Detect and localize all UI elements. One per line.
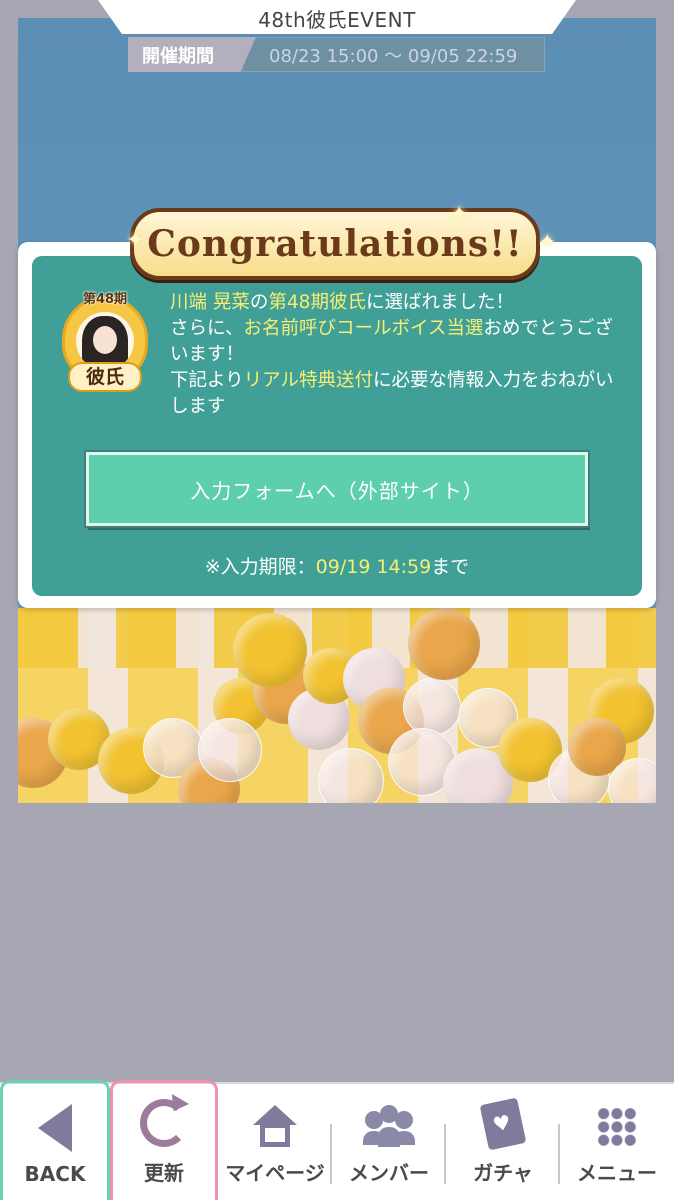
nav-menu-label: メニュー xyxy=(577,1161,657,1185)
event-title-tab: 48th彼氏EVENT xyxy=(98,0,576,34)
sparkle-icon: ✦ xyxy=(126,228,145,253)
voice-highlight: お名前呼びコールボイス当選 xyxy=(243,318,484,339)
term-highlight: 第48期彼氏 xyxy=(268,292,366,313)
message-text: に選ばれました！ xyxy=(365,292,514,313)
nav-back-label: BACK xyxy=(24,1162,86,1186)
period-label: 開催期間 xyxy=(128,37,256,72)
ballpit-image xyxy=(18,608,656,803)
ball xyxy=(408,608,480,680)
ball xyxy=(403,678,461,736)
member-name: 川端 晃菜 xyxy=(170,292,250,313)
sparkle-icon: ✦ xyxy=(450,202,469,227)
nav-refresh[interactable]: 更新 xyxy=(110,1080,218,1200)
badge-label: 彼氏 xyxy=(68,362,142,392)
avatar-face xyxy=(93,326,117,354)
nav-gacha[interactable]: ガチャ xyxy=(446,1084,560,1200)
dialog-panel: 第48期 彼氏 川端 晃菜の第48期彼氏に選ばれました！ さらに、お名前呼びコー… xyxy=(32,256,642,596)
message-text: さらに、 xyxy=(170,318,244,339)
nav-members[interactable]: メンバー xyxy=(332,1084,446,1200)
deadline-suffix: まで xyxy=(431,556,470,578)
input-form-button[interactable]: 入力フォームへ（外部サイト） xyxy=(84,450,590,528)
period-value: 08/23 15:00 〜 09/05 22:59 xyxy=(242,37,545,72)
event-period: 開催期間 08/23 15:00 〜 09/05 22:59 xyxy=(128,37,545,72)
nav-members-label: メンバー xyxy=(349,1161,429,1185)
deadline-prefix: ※入力期限： xyxy=(204,556,316,578)
grid-menu-icon xyxy=(597,1107,637,1147)
congratulations-text: Congratulations!! xyxy=(147,223,523,265)
congratulations-message: 川端 晃菜の第48期彼氏に選ばれました！ さらに、お名前呼びコールボイス当選おめ… xyxy=(170,290,630,420)
ball xyxy=(233,613,307,687)
home-icon xyxy=(253,1105,297,1147)
refresh-icon xyxy=(140,1099,188,1147)
nav-menu[interactable]: メニュー xyxy=(560,1084,674,1200)
input-deadline: ※入力期限：09/19 14:59まで xyxy=(32,552,642,579)
event-title: 48th彼氏EVENT xyxy=(258,8,416,32)
boyfriend-badge: 第48期 彼氏 xyxy=(60,290,152,400)
deadline-value: 09/19 14:59 xyxy=(315,556,432,578)
gacha-card-icon xyxy=(479,1097,527,1151)
back-arrow-icon xyxy=(38,1104,72,1152)
congratulations-dialog: 第48期 彼氏 川端 晃菜の第48期彼氏に選ばれました！ さらに、お名前呼びコー… xyxy=(18,202,656,608)
badge-term: 第48期 xyxy=(82,292,128,307)
members-icon xyxy=(363,1105,415,1147)
nav-mypage[interactable]: マイページ xyxy=(218,1084,332,1200)
ball xyxy=(198,718,262,782)
nav-back[interactable]: BACK xyxy=(0,1080,110,1200)
ball xyxy=(318,748,384,803)
nav-refresh-label: 更新 xyxy=(144,1161,184,1185)
bonus-highlight: リアル特典送付 xyxy=(243,370,373,391)
bottom-navigation: BACK 更新 マイページ メンバー ガチャ メニュー xyxy=(0,1080,674,1200)
nav-gacha-label: ガチャ xyxy=(473,1161,533,1185)
congratulations-banner: Congratulations!! xyxy=(130,208,540,280)
nav-mypage-label: マイページ xyxy=(225,1161,325,1185)
sparkle-icon: ✦ xyxy=(538,230,557,255)
message-text: の xyxy=(249,292,269,313)
message-text: 下記より xyxy=(170,370,244,391)
